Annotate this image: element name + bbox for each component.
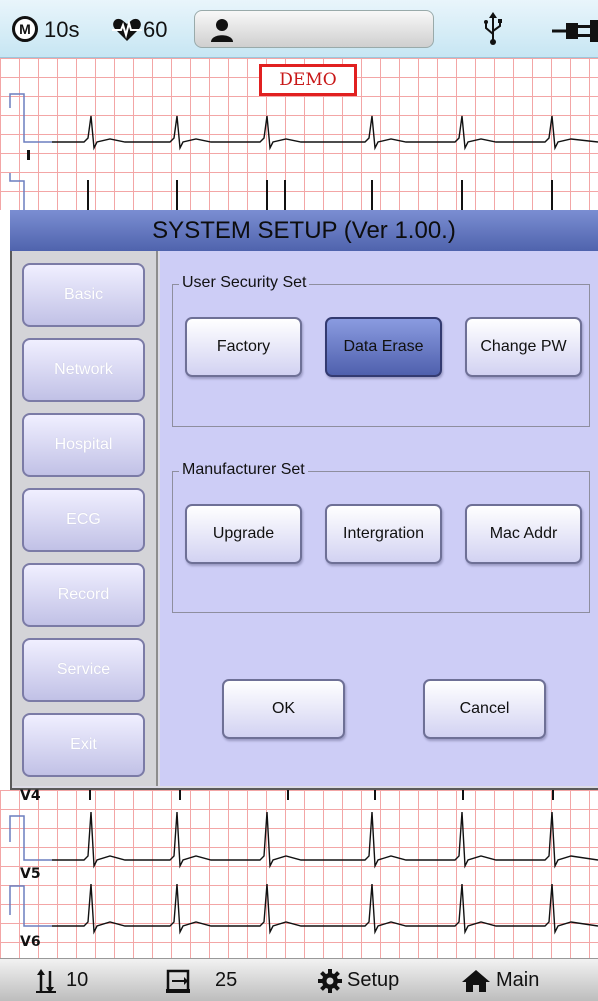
- ok-button[interactable]: OK: [222, 679, 345, 739]
- speed-button[interactable]: 10: [0, 959, 140, 1001]
- cancel-button[interactable]: Cancel: [423, 679, 546, 739]
- power-plug-icon: [552, 20, 598, 42]
- main-label: Main: [496, 969, 540, 991]
- sidebar-item-exit[interactable]: Exit: [22, 713, 145, 777]
- change-pw-button[interactable]: Change PW: [465, 317, 582, 377]
- data-erase-button[interactable]: Data Erase: [325, 317, 442, 377]
- patient-info-button[interactable]: [194, 10, 434, 48]
- system-setup-dialog: Basic Network Hospital ECG Record Servic…: [10, 251, 598, 790]
- mode-icon: M: [12, 16, 38, 42]
- factory-button[interactable]: Factory: [185, 317, 302, 377]
- sidebar-item-basic[interactable]: Basic: [22, 263, 145, 327]
- main-button[interactable]: Main: [450, 959, 598, 1001]
- home-icon: [462, 970, 490, 992]
- speed-icon: [36, 969, 56, 993]
- gain-value: 25: [215, 969, 238, 991]
- gain-icon: [166, 969, 190, 993]
- lead-label-v4: V4: [20, 788, 41, 804]
- sidebar-item-hospital[interactable]: Hospital: [22, 413, 145, 477]
- integration-button[interactable]: Intergration: [325, 504, 442, 564]
- ecg-waveform-top: DEMO: [0, 58, 598, 210]
- status-bar: M 10s 60: [0, 0, 598, 58]
- setup-sidebar: Basic Network Hospital ECG Record Servic…: [12, 251, 158, 786]
- setup-button[interactable]: Setup: [300, 959, 440, 1001]
- gain-button[interactable]: 25: [150, 959, 290, 1001]
- user-security-group: User Security Set Factory Data Erase Cha…: [172, 274, 590, 427]
- sidebar-item-service[interactable]: Service: [22, 638, 145, 702]
- setup-label: Setup: [347, 969, 400, 991]
- heart-rate-value: 60: [143, 17, 168, 42]
- setup-content: User Security Set Factory Data Erase Cha…: [160, 251, 598, 786]
- lead-label-v6: V6: [20, 934, 41, 950]
- mac-addr-button[interactable]: Mac Addr: [465, 504, 582, 564]
- upgrade-button[interactable]: Upgrade: [185, 504, 302, 564]
- gear-icon: [318, 969, 342, 993]
- dialog-title: SYSTEM SETUP (Ver 1.00.): [10, 210, 598, 251]
- record-duration: 10s: [44, 17, 80, 42]
- heart-rate-icon: [112, 18, 142, 41]
- ecg-waveform-bottom: V4 V5 V6: [0, 788, 598, 958]
- person-icon: [211, 19, 233, 42]
- sidebar-item-network[interactable]: Network: [22, 338, 145, 402]
- demo-label: DEMO: [259, 64, 357, 96]
- ecg-trace-bottom: [9, 790, 598, 935]
- bottom-toolbar: 10 25 Setup Main: [0, 958, 598, 1001]
- manufacturer-group: Manufacturer Set Upgrade Intergration Ma…: [172, 461, 590, 613]
- manufacturer-title: Manufacturer Set: [179, 461, 308, 479]
- lead-label-v5: V5: [20, 866, 41, 882]
- speed-value: 10: [66, 969, 89, 991]
- sidebar-item-ecg[interactable]: ECG: [22, 488, 145, 552]
- usb-icon: [484, 12, 502, 45]
- sidebar-item-record[interactable]: Record: [22, 563, 145, 627]
- user-security-title: User Security Set: [179, 274, 310, 292]
